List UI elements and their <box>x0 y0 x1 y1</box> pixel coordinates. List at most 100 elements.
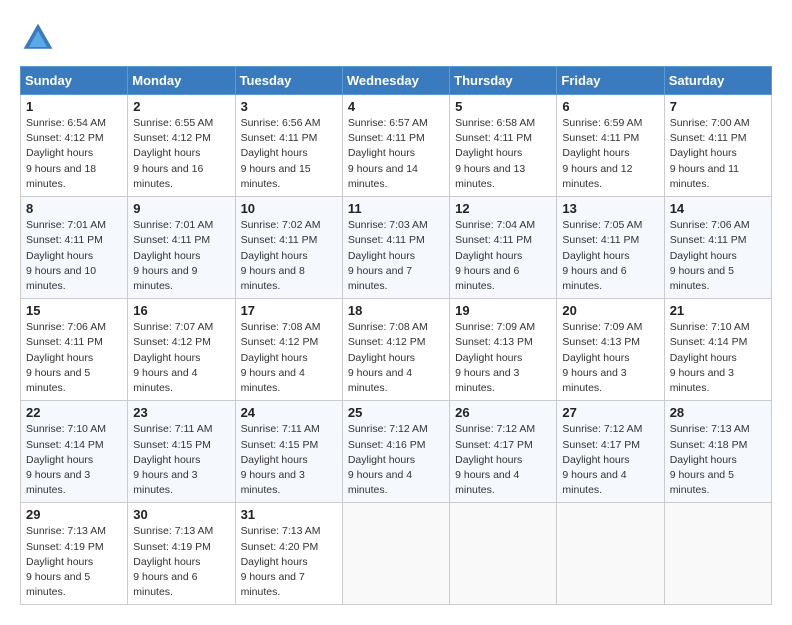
day-number: 14 <box>670 201 766 216</box>
day-number: 10 <box>241 201 337 216</box>
day-info: Sunrise: 7:08 AMSunset: 4:12 PMDaylight … <box>348 320 444 396</box>
calendar-cell: 14 Sunrise: 7:06 AMSunset: 4:11 PMDayligh… <box>664 197 771 299</box>
calendar-week-row: 1 Sunrise: 6:54 AMSunset: 4:12 PMDaylight… <box>21 95 772 197</box>
day-number: 4 <box>348 99 444 114</box>
calendar-header-wednesday: Wednesday <box>342 67 449 95</box>
day-number: 17 <box>241 303 337 318</box>
page-header <box>20 20 772 56</box>
logo <box>20 20 62 56</box>
day-number: 8 <box>26 201 122 216</box>
calendar-header-thursday: Thursday <box>450 67 557 95</box>
day-number: 27 <box>562 405 658 420</box>
calendar-header-monday: Monday <box>128 67 235 95</box>
day-info: Sunrise: 7:06 AMSunset: 4:11 PMDaylight … <box>26 320 122 396</box>
calendar-week-row: 29 Sunrise: 7:13 AMSunset: 4:19 PMDayligh… <box>21 503 772 605</box>
calendar-header-tuesday: Tuesday <box>235 67 342 95</box>
day-info: Sunrise: 7:02 AMSunset: 4:11 PMDaylight … <box>241 218 337 294</box>
calendar-cell: 6Sunrise: 6:59 AMSunset: 4:11 PMDaylight… <box>557 95 664 197</box>
day-info: Sunrise: 7:08 AMSunset: 4:12 PMDaylight … <box>241 320 337 396</box>
day-info: Sunrise: 7:12 AMSunset: 4:17 PMDaylight … <box>455 422 551 498</box>
calendar-cell <box>557 503 664 605</box>
day-number: 28 <box>670 405 766 420</box>
calendar-header-sunday: Sunday <box>21 67 128 95</box>
calendar-table: SundayMondayTuesdayWednesdayThursdayFrid… <box>20 66 772 605</box>
calendar-week-row: 8 Sunrise: 7:01 AMSunset: 4:11 PMDaylight… <box>21 197 772 299</box>
calendar-cell: 24 Sunrise: 7:11 AMSunset: 4:15 PMDayligh… <box>235 401 342 503</box>
day-info: Sunrise: 7:01 AMSunset: 4:11 PMDaylight … <box>133 218 229 294</box>
day-info: Sunrise: 6:56 AMSunset: 4:11 PMDaylight … <box>241 116 337 192</box>
day-info: Sunrise: 6:54 AMSunset: 4:12 PMDaylight … <box>26 116 122 192</box>
day-info: Sunrise: 7:03 AMSunset: 4:11 PMDaylight … <box>348 218 444 294</box>
calendar-cell: 12Sunrise: 7:04 AMSunset: 4:11 PMDayligh… <box>450 197 557 299</box>
calendar-cell: 2Sunrise: 6:55 AMSunset: 4:12 PMDaylight… <box>128 95 235 197</box>
day-number: 30 <box>133 507 229 522</box>
day-number: 21 <box>670 303 766 318</box>
day-number: 15 <box>26 303 122 318</box>
calendar-cell <box>450 503 557 605</box>
calendar-cell: 17 Sunrise: 7:08 AMSunset: 4:12 PMDayligh… <box>235 299 342 401</box>
day-info: Sunrise: 7:09 AMSunset: 4:13 PMDaylight … <box>562 320 658 396</box>
day-number: 26 <box>455 405 551 420</box>
calendar-cell: 3 Sunrise: 6:56 AMSunset: 4:11 PMDaylight… <box>235 95 342 197</box>
calendar-cell <box>342 503 449 605</box>
day-number: 11 <box>348 201 444 216</box>
calendar-header-friday: Friday <box>557 67 664 95</box>
calendar-cell: 26 Sunrise: 7:12 AMSunset: 4:17 PMDayligh… <box>450 401 557 503</box>
day-info: Sunrise: 7:11 AMSunset: 4:15 PMDaylight … <box>241 422 337 498</box>
calendar-cell: 20 Sunrise: 7:09 AMSunset: 4:13 PMDayligh… <box>557 299 664 401</box>
day-number: 18 <box>348 303 444 318</box>
calendar-cell: 22Sunrise: 7:10 AMSunset: 4:14 PMDayligh… <box>21 401 128 503</box>
calendar-cell <box>664 503 771 605</box>
day-info: Sunrise: 7:09 AMSunset: 4:13 PMDaylight … <box>455 320 551 396</box>
calendar-cell: 9 Sunrise: 7:01 AMSunset: 4:11 PMDaylight… <box>128 197 235 299</box>
calendar-cell: 30Sunrise: 7:13 AMSunset: 4:19 PMDayligh… <box>128 503 235 605</box>
calendar-cell: 4 Sunrise: 6:57 AMSunset: 4:11 PMDaylight… <box>342 95 449 197</box>
day-number: 19 <box>455 303 551 318</box>
calendar-cell: 31 Sunrise: 7:13 AMSunset: 4:20 PMDayligh… <box>235 503 342 605</box>
day-number: 31 <box>241 507 337 522</box>
day-info: Sunrise: 7:07 AMSunset: 4:12 PMDaylight … <box>133 320 229 396</box>
logo-icon <box>20 20 56 56</box>
day-number: 9 <box>133 201 229 216</box>
calendar-cell: 7 Sunrise: 7:00 AMSunset: 4:11 PMDaylight… <box>664 95 771 197</box>
calendar-week-row: 15 Sunrise: 7:06 AMSunset: 4:11 PMDayligh… <box>21 299 772 401</box>
calendar-cell: 15 Sunrise: 7:06 AMSunset: 4:11 PMDayligh… <box>21 299 128 401</box>
day-info: Sunrise: 7:12 AMSunset: 4:16 PMDaylight … <box>348 422 444 498</box>
day-info: Sunrise: 6:57 AMSunset: 4:11 PMDaylight … <box>348 116 444 192</box>
calendar-header-row: SundayMondayTuesdayWednesdayThursdayFrid… <box>21 67 772 95</box>
day-info: Sunrise: 7:05 AMSunset: 4:11 PMDaylight … <box>562 218 658 294</box>
day-number: 25 <box>348 405 444 420</box>
calendar-cell: 28 Sunrise: 7:13 AMSunset: 4:18 PMDayligh… <box>664 401 771 503</box>
day-number: 2 <box>133 99 229 114</box>
calendar-week-row: 22Sunrise: 7:10 AMSunset: 4:14 PMDayligh… <box>21 401 772 503</box>
day-number: 7 <box>670 99 766 114</box>
day-info: Sunrise: 6:59 AMSunset: 4:11 PMDaylight … <box>562 116 658 192</box>
day-number: 13 <box>562 201 658 216</box>
day-info: Sunrise: 7:11 AMSunset: 4:15 PMDaylight … <box>133 422 229 498</box>
day-info: Sunrise: 7:10 AMSunset: 4:14 PMDaylight … <box>670 320 766 396</box>
day-number: 1 <box>26 99 122 114</box>
day-number: 24 <box>241 405 337 420</box>
calendar-cell: 19 Sunrise: 7:09 AMSunset: 4:13 PMDayligh… <box>450 299 557 401</box>
calendar-cell: 29 Sunrise: 7:13 AMSunset: 4:19 PMDayligh… <box>21 503 128 605</box>
calendar-cell: 11 Sunrise: 7:03 AMSunset: 4:11 PMDayligh… <box>342 197 449 299</box>
day-number: 23 <box>133 405 229 420</box>
day-info: Sunrise: 7:13 AMSunset: 4:18 PMDaylight … <box>670 422 766 498</box>
day-number: 20 <box>562 303 658 318</box>
day-info: Sunrise: 6:58 AMSunset: 4:11 PMDaylight … <box>455 116 551 192</box>
day-info: Sunrise: 7:12 AMSunset: 4:17 PMDaylight … <box>562 422 658 498</box>
day-info: Sunrise: 7:06 AMSunset: 4:11 PMDaylight … <box>670 218 766 294</box>
calendar-cell: 10 Sunrise: 7:02 AMSunset: 4:11 PMDayligh… <box>235 197 342 299</box>
day-info: Sunrise: 7:00 AMSunset: 4:11 PMDaylight … <box>670 116 766 192</box>
calendar-cell: 1 Sunrise: 6:54 AMSunset: 4:12 PMDaylight… <box>21 95 128 197</box>
day-info: Sunrise: 7:10 AMSunset: 4:14 PMDaylight … <box>26 422 122 498</box>
calendar-cell: 16Sunrise: 7:07 AMSunset: 4:12 PMDayligh… <box>128 299 235 401</box>
day-number: 3 <box>241 99 337 114</box>
day-info: Sunrise: 7:13 AMSunset: 4:19 PMDaylight … <box>26 524 122 600</box>
calendar-cell: 21 Sunrise: 7:10 AMSunset: 4:14 PMDayligh… <box>664 299 771 401</box>
day-info: Sunrise: 7:13 AMSunset: 4:20 PMDaylight … <box>241 524 337 600</box>
day-number: 5 <box>455 99 551 114</box>
day-number: 29 <box>26 507 122 522</box>
calendar-cell: 8Sunrise: 7:01 AMSunset: 4:11 PMDaylight… <box>21 197 128 299</box>
calendar-cell: 27 Sunrise: 7:12 AMSunset: 4:17 PMDayligh… <box>557 401 664 503</box>
